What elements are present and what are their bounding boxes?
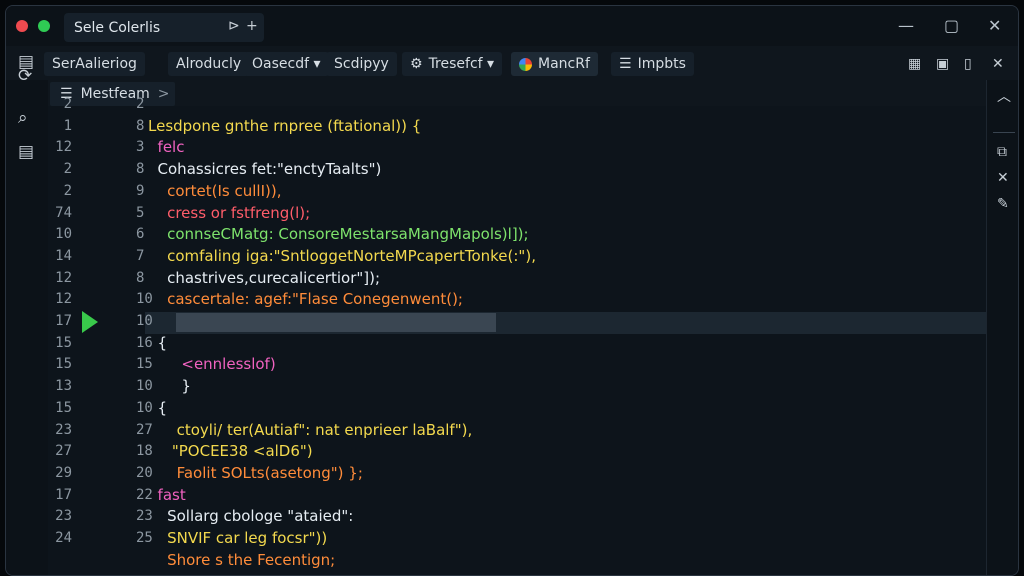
code-line[interactable]: <ennlesslof) — [148, 355, 275, 373]
toolbar: ▤ SerAalieriog Alroducly Oasecdf ▾ Scdip… — [6, 46, 1018, 80]
line-number: 23 — [55, 421, 72, 438]
gutter-left: 2 1 12 2 2 74 10 14 12 12 17 15 15 13 15 23 27 29 17 23 24 — [48, 96, 80, 575]
lock-icon[interactable]: ▣ — [936, 56, 949, 72]
toolbar-item-label: Tresefcf ▾ — [428, 56, 495, 72]
code-line[interactable]: connseCMatg: ConsoreMestarsaMangMapols)l… — [148, 225, 529, 243]
line-number: 2 — [63, 96, 72, 112]
divider — [993, 132, 1015, 133]
title-tab[interactable]: Sele Colerlis ⊳ + — [64, 13, 264, 42]
copy-icon[interactable]: ⧉ — [997, 144, 1007, 160]
toolbar-item-label: Scdipyy — [334, 56, 389, 72]
code-line[interactable]: Faolit SOLts(asetong") }; — [148, 464, 363, 482]
restore-icon[interactable]: ▢ — [944, 16, 959, 35]
code-line[interactable]: Cohassicres fet:"enctyTaalts") — [148, 160, 382, 178]
title-bar: Sele Colerlis ⊳ + — ▢ ✕ — [6, 6, 1018, 46]
selection-highlight — [176, 313, 496, 332]
pin-icon[interactable]: ✎ — [997, 196, 1009, 212]
google-icon — [519, 57, 532, 71]
line-number: 12 — [55, 139, 72, 156]
close-icon[interactable]: ✕ — [992, 56, 1004, 72]
toolbar-item-tresefcf[interactable]: ⚙ Tresefcf ▾ — [402, 52, 503, 76]
toolbar-item-label: Oasecdf ▾ — [252, 56, 321, 72]
line-number: 23 — [55, 508, 72, 525]
code-line[interactable]: { — [148, 399, 168, 417]
chevron-up-icon[interactable]: ︿ — [997, 86, 1011, 106]
code-line[interactable]: Lesdpone gnthe rnpree (ftational)) { — [148, 117, 421, 135]
code-line[interactable]: comfaling iga:"SntloggetNorteMPcapertTon… — [148, 247, 536, 265]
title-tab-label: Sele Colerlis — [74, 19, 161, 36]
code-editor[interactable]: 2 1 12 2 2 74 10 14 12 12 17 15 15 13 15 23 27 29 17 23 24 2… — [48, 96, 986, 575]
close-window-button[interactable] — [16, 20, 28, 32]
activity-bar: ⟳ ⌕ ▤ — [6, 66, 48, 575]
code-line[interactable]: { — [148, 334, 168, 352]
settings-icon: ⚙ — [410, 56, 423, 72]
line-number: 14 — [55, 247, 72, 264]
line-number: 2 — [136, 96, 145, 112]
toolbar-item-alroducly[interactable]: Alroducly — [168, 52, 250, 76]
toolbar-item-mancrf[interactable]: MancRf — [511, 52, 598, 76]
code-line[interactable]: chastrives,curecalicertior"]); — [148, 269, 380, 287]
code-line[interactable]: cress or fstfreng(l); — [148, 204, 310, 222]
line-number: 15 — [55, 356, 72, 373]
gutter-line-numbers: 2 8 3 8 9 5 6 7 8 10 10 16 15 10 10 27 18 20 22 23 25 — [86, 96, 153, 575]
layout-icon[interactable]: ▦ — [908, 56, 921, 72]
code-line[interactable]: "POCEE38 <alD6") — [148, 442, 313, 460]
close-icon[interactable]: ✕ — [988, 16, 1001, 35]
minimize-icon[interactable]: — — [898, 16, 914, 35]
toolbar-item-label: Alroducly — [176, 56, 242, 72]
line-number: 10 — [136, 313, 153, 329]
line-number: 10 — [55, 226, 72, 243]
maximize-window-button[interactable] — [38, 20, 50, 32]
close-x-icon[interactable]: ✕ — [997, 170, 1009, 186]
toolbar-item-label: MancRf — [538, 56, 590, 72]
list-icon: ☰ — [619, 56, 632, 72]
line-number: 15 — [55, 399, 72, 416]
line-number: 12 — [55, 291, 72, 308]
code-line[interactable]: ctoyli/ ter(Autiaf": nat enprieer laBalf… — [148, 421, 473, 439]
line-number: 15 — [55, 334, 72, 351]
code-line[interactable]: felc — [148, 138, 185, 156]
code-line[interactable]: cortet(Is cullI)), — [148, 182, 281, 200]
code-line[interactable]: cascertale: agef:"Flase Conegenwent(); — [148, 290, 463, 308]
line-number: 17 — [55, 313, 72, 329]
toolbar-item-impbts[interactable]: ☰ Impbts — [611, 52, 694, 76]
line-number: 13 — [55, 378, 72, 395]
search-icon[interactable]: ⌕ — [18, 108, 28, 128]
extensions-icon[interactable]: ▤ — [18, 142, 34, 162]
tab-preview-icon[interactable]: ⊳ — [228, 18, 240, 34]
toolbar-item-scdipyy[interactable]: Scdipyy — [326, 52, 397, 76]
editor-window: Sele Colerlis ⊳ + — ▢ ✕ ▤ SerAalieriog A… — [5, 5, 1019, 576]
code-line[interactable]: Sollarg cbologe "ataied": — [148, 507, 353, 525]
line-number: 17 — [55, 486, 72, 503]
file-icon[interactable]: ▯ — [964, 56, 972, 72]
line-number: 2 — [63, 182, 72, 199]
code-line[interactable]: } — [148, 377, 191, 395]
code-line[interactable]: Shore s the Fecentign; — [148, 551, 335, 569]
line-number: 24 — [55, 530, 72, 546]
right-panel: ︿ ⧉ ✕ ✎ — [986, 80, 1018, 575]
line-number: 12 — [55, 269, 72, 286]
line-number: 74 — [55, 204, 72, 221]
toolbar-item-label: SerAalieriog — [52, 56, 137, 72]
toolbar-item-label: Impbts — [637, 56, 686, 72]
line-number: 2 — [63, 161, 72, 178]
line-number: 29 — [55, 464, 72, 481]
line-number: 27 — [55, 443, 72, 460]
toolbar-item-seraalieriog[interactable]: SerAalieriog — [44, 52, 145, 76]
toolbar-item-oasecdf[interactable]: Oasecdf ▾ — [244, 52, 329, 76]
line-number: 1 — [63, 117, 72, 134]
source-control-icon[interactable]: ⟳ — [18, 66, 32, 86]
code-line[interactable]: fast — [148, 486, 186, 504]
code-line[interactable]: SNVIF car leg focsr")) — [148, 529, 327, 547]
new-tab-button[interactable]: + — [246, 18, 258, 34]
